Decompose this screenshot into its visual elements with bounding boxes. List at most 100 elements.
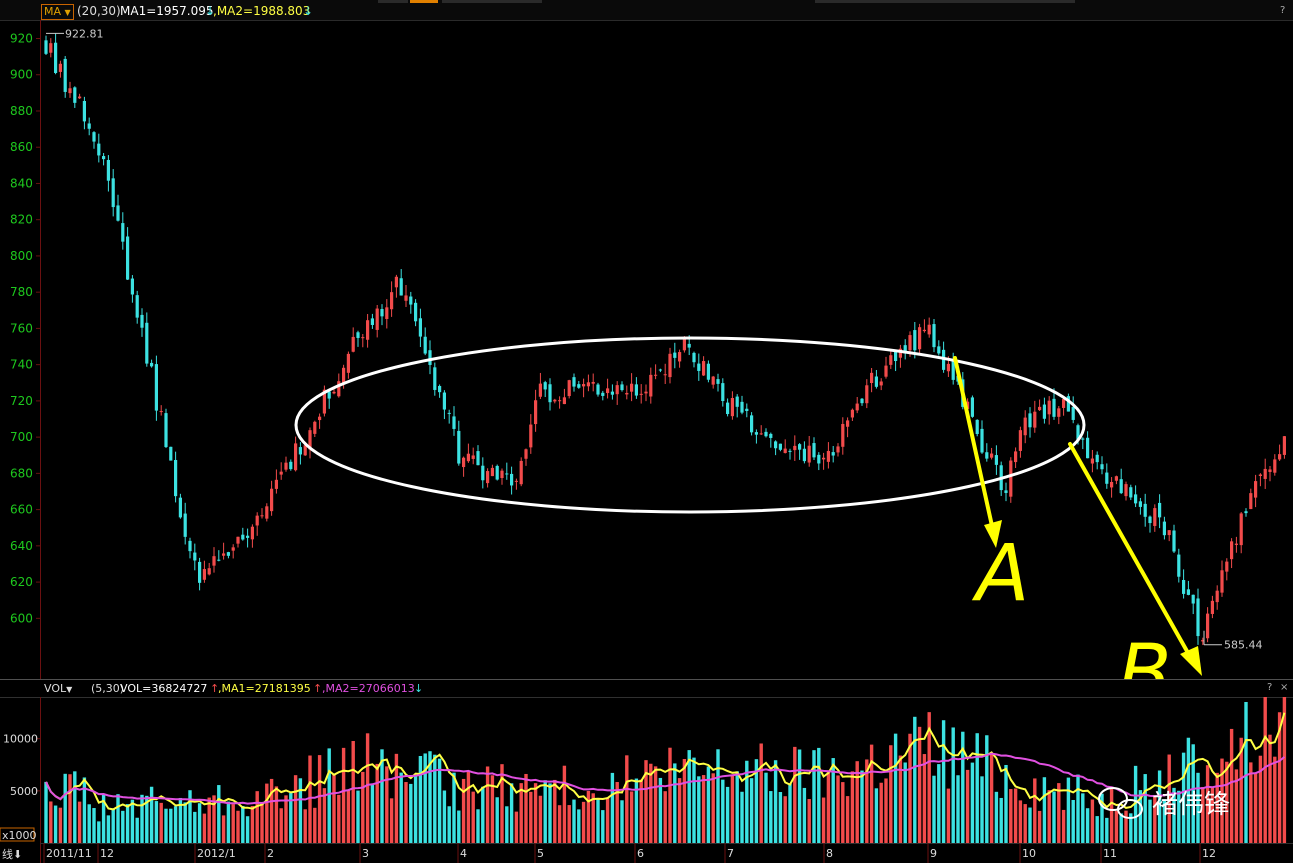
chevron-down-icon: ▼: [64, 8, 71, 17]
candle-down: [423, 336, 427, 354]
volume-bar-up: [385, 766, 389, 843]
volume-bar-up: [159, 802, 163, 843]
volume-bar-down: [620, 800, 624, 843]
volume-bar-up: [965, 769, 970, 843]
volume-bar-down: [125, 804, 130, 843]
volume-bar-down: [53, 805, 58, 843]
candle-down: [226, 552, 230, 556]
candle-down: [63, 58, 67, 92]
candle-up: [294, 443, 298, 471]
candle-up: [1225, 561, 1229, 572]
candle-up: [783, 448, 787, 454]
volume-bar-down: [749, 778, 754, 843]
toolbar-tab-active[interactable]: [410, 0, 438, 3]
volume-bar-down: [140, 794, 144, 843]
consolidation-ellipse: [294, 336, 1086, 514]
volume-bar-up: [553, 779, 557, 843]
volume-bar-down: [169, 808, 173, 843]
volume-bar-up: [1047, 790, 1051, 843]
volume-bar-up: [341, 747, 346, 843]
candle-down: [102, 156, 106, 160]
volume-bar-down: [937, 764, 941, 843]
candle-up: [529, 424, 533, 448]
candle-down: [1158, 502, 1162, 518]
candle-up: [630, 383, 634, 392]
candle-up: [255, 515, 259, 526]
candle-up: [231, 547, 235, 551]
candle-up: [250, 526, 254, 540]
volume-bar-down: [73, 771, 77, 843]
candle-up: [582, 384, 586, 387]
x-tick-label: 5: [537, 847, 544, 860]
volume-bar-up: [759, 743, 763, 843]
volume-bar-up: [250, 806, 255, 843]
candle-up: [313, 421, 317, 434]
volume-bar-up: [946, 788, 951, 843]
volume-bar-down: [135, 817, 139, 843]
candle-down: [860, 398, 864, 404]
volume-bar-up: [332, 774, 336, 843]
volume-bar-up: [807, 799, 811, 843]
candle-down: [692, 352, 696, 363]
candle-down: [658, 369, 662, 371]
candle-down: [356, 332, 360, 338]
volume-bar-up: [783, 796, 787, 843]
x-tick-label: 12: [100, 847, 114, 860]
candle-down: [409, 296, 413, 305]
volume-bar-up: [663, 791, 667, 843]
volume-bar-up: [221, 815, 226, 843]
volume-bar-up: [711, 773, 715, 843]
volume-bar-up: [889, 745, 893, 843]
volume-bar-up: [1229, 728, 1234, 843]
volume-bar-down: [121, 810, 125, 843]
candle-down: [1081, 438, 1085, 440]
toolbar-tab[interactable]: [442, 0, 542, 3]
price-y-tick-label: 860: [10, 140, 33, 154]
volume-bar-up: [836, 775, 840, 843]
close-icon[interactable]: ×: [1280, 682, 1288, 693]
volume-bar-down: [442, 790, 447, 843]
volume-bar-down: [130, 799, 135, 843]
volume-bar-down: [106, 815, 111, 843]
candle-down: [438, 385, 442, 393]
candle-down: [183, 513, 187, 537]
help-icon[interactable]: ?: [1280, 5, 1285, 16]
candle-down: [433, 367, 437, 390]
candle-down: [298, 447, 302, 455]
candle-up: [385, 307, 389, 319]
candle-up: [519, 460, 523, 485]
candle-down: [178, 497, 182, 518]
candle-down: [735, 396, 739, 407]
candle-up: [606, 388, 610, 394]
candle-down: [788, 450, 792, 452]
indicator-params[interactable]: (20,30): [77, 4, 121, 18]
volume-bar-down: [370, 784, 375, 843]
help-icon[interactable]: ?: [1267, 682, 1272, 693]
toolbar-tab[interactable]: [815, 0, 1075, 3]
volume-bar-down: [173, 806, 178, 843]
candle-down: [798, 444, 802, 450]
candle-down: [97, 143, 101, 156]
volume-indicator-select[interactable]: VOL▼: [44, 682, 72, 695]
volume-bar-down: [409, 783, 413, 843]
candle-down: [495, 465, 499, 480]
volume-bar-down: [706, 766, 711, 843]
watermark-text: 褚伟锋: [1152, 790, 1230, 820]
indicator-select[interactable]: MA ▼: [41, 4, 74, 20]
candle-down: [510, 473, 514, 486]
volume-bar-up: [68, 774, 72, 843]
toolbar-tab[interactable]: [378, 0, 408, 3]
arrow-b-head: [1180, 646, 1202, 676]
up-arrow-icon: ↑: [313, 682, 323, 695]
candle-down: [994, 455, 998, 465]
candle-up: [826, 450, 830, 462]
volume-bar-down: [457, 810, 461, 843]
candle-up: [1023, 417, 1027, 436]
price-y-tick-label: 840: [10, 176, 33, 190]
candle-down: [572, 377, 576, 387]
candle-down: [745, 408, 749, 411]
candle-down: [193, 552, 197, 561]
candle-up: [1282, 436, 1286, 455]
volume-bar-down: [903, 762, 907, 843]
volume-bar-down: [716, 749, 720, 843]
